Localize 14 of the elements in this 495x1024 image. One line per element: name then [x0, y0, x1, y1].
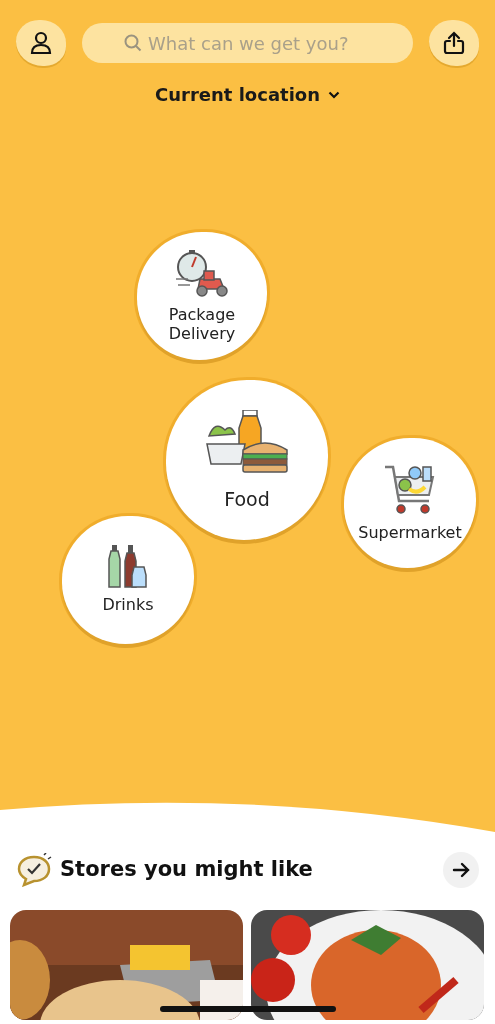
search-icon [124, 34, 142, 52]
search-field[interactable]: What can we get you? [82, 23, 413, 63]
section-title: Stores you might like [60, 856, 314, 884]
chat-check-icon [16, 853, 52, 887]
person-icon [30, 31, 52, 55]
arrow-right-icon [452, 862, 470, 878]
chevron-down-icon [328, 90, 340, 99]
location-selector[interactable]: Current location [149, 80, 346, 109]
meal-icon [205, 409, 289, 476]
share-icon [443, 31, 465, 55]
profile-button[interactable] [16, 20, 66, 66]
scooter-icon [174, 248, 230, 299]
bottles-icon [108, 545, 148, 590]
share-button[interactable] [429, 20, 479, 66]
